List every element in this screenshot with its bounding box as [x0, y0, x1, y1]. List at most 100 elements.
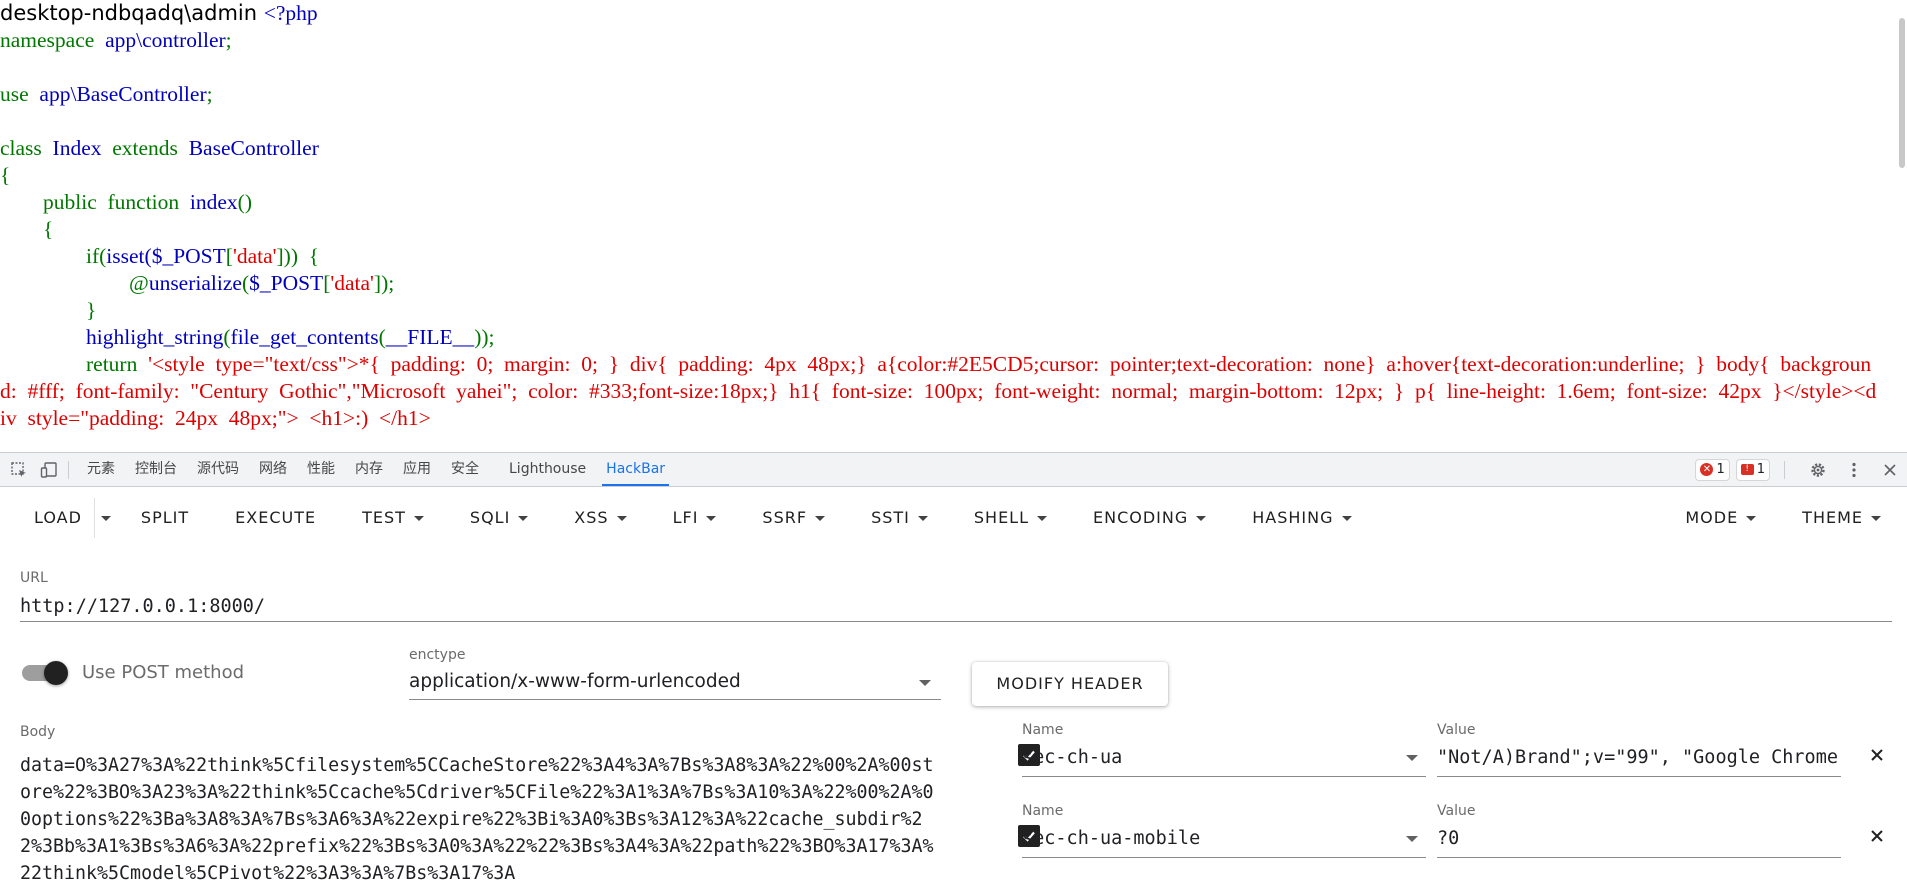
divider [1784, 460, 1785, 479]
shell-menu[interactable]: SHELL [962, 498, 1059, 538]
code-token: ( [223, 325, 231, 349]
header-value-label: Value [1437, 803, 1476, 819]
hashing-menu-label: HASHING [1252, 508, 1334, 527]
chevron-down-icon [1037, 516, 1047, 521]
tab-elements[interactable]: 元素 [77, 453, 125, 486]
code-token: return [0, 352, 149, 376]
sqli-menu[interactable]: SQLI [458, 498, 540, 538]
error-count-badge[interactable]: ✕ 1 [1695, 458, 1730, 481]
header-name-select[interactable]: sec-ch-ua [1022, 740, 1426, 777]
code-token: () [237, 190, 252, 214]
error-count: 1 [1716, 462, 1725, 477]
load-button[interactable]: LOAD [22, 498, 94, 538]
more-options-icon[interactable] [1843, 459, 1865, 481]
tab-network[interactable]: 网络 [249, 453, 297, 486]
body-textarea[interactable]: data=O%3A27%3A%22think%5Cfilesystem%5CCa… [20, 752, 938, 887]
chevron-down-icon [706, 516, 717, 521]
chevron-down-icon [518, 516, 529, 521]
code-token: app\BaseController [39, 82, 207, 106]
shell-menu-label: SHELL [973, 508, 1029, 527]
header-value-text: ?0 [1437, 828, 1460, 849]
header-name-label: Name [1022, 803, 1064, 819]
header-row: Name sec-ch-ua Value "Not/A)Brand";v="99… [1018, 722, 1898, 778]
sqli-menu-label: SQLI [469, 508, 511, 527]
lfi-menu[interactable]: LFI [661, 498, 729, 538]
php-source-code: desktop-ndbqadq\admin <?php namespace ap… [0, 0, 1880, 432]
code-token: isset [106, 244, 145, 268]
modify-header-button[interactable]: MODIFY HEADER [972, 662, 1168, 706]
error-icon: ✕ [1700, 463, 1714, 476]
ssti-menu[interactable]: SSTI [859, 498, 940, 538]
chevron-down-icon [616, 516, 627, 521]
code-token: 'data' [232, 244, 277, 268]
chevron-down-icon [1196, 516, 1207, 521]
tab-lighthouse[interactable]: Lighthouse [499, 453, 596, 486]
post-method-label: Use POST method [82, 662, 245, 683]
page-scrollbar[interactable] [1897, 0, 1907, 452]
page-scrollbar-thumb[interactable] [1899, 18, 1905, 168]
close-devtools-icon[interactable] [1879, 459, 1901, 481]
ssrf-menu[interactable]: SSRF [750, 498, 837, 538]
header-name-select[interactable]: sec-ch-ua-mobile [1022, 821, 1426, 858]
chevron-down-icon [917, 516, 928, 521]
code-token: $_POST [151, 244, 226, 268]
url-input[interactable] [20, 591, 1892, 622]
load-dropdown-button[interactable] [93, 498, 117, 538]
code-token: index [189, 190, 238, 214]
hashing-menu[interactable]: HASHING [1240, 498, 1363, 538]
settings-gear-icon[interactable] [1807, 459, 1829, 481]
tab-console[interactable]: 控制台 [125, 453, 187, 486]
device-toolbar-icon[interactable] [38, 459, 60, 481]
theme-menu[interactable]: THEME [1790, 498, 1893, 538]
tab-sources[interactable]: 源代码 [187, 453, 249, 486]
devtools-right-controls: ✕ 1 ! 1 [1695, 458, 1907, 481]
encoding-menu[interactable]: ENCODING [1081, 498, 1218, 538]
mode-menu-label: MODE [1685, 508, 1739, 527]
execute-button[interactable]: EXECUTE [223, 498, 328, 538]
xss-menu[interactable]: XSS [562, 498, 638, 538]
test-menu-label: TEST [362, 508, 406, 527]
mode-menu[interactable]: MODE [1673, 498, 1768, 538]
ssti-menu-label: SSTI [871, 508, 910, 527]
tab-memory[interactable]: 内存 [345, 453, 393, 486]
code-token: )); [474, 325, 495, 349]
issue-icon: ! [1740, 464, 1754, 475]
enctype-select[interactable]: application/x-www-form-urlencoded [409, 665, 941, 700]
post-method-toggle[interactable] [22, 661, 68, 685]
tab-hackbar[interactable]: HackBar [596, 453, 675, 486]
split-button[interactable]: SPLIT [129, 498, 201, 538]
enctype-value: application/x-www-form-urlencoded [409, 671, 741, 692]
xss-menu-label: XSS [574, 508, 609, 527]
tab-security[interactable]: 安全 [441, 453, 489, 486]
source-prefix-text: desktop-ndbqadq\admin [0, 1, 264, 25]
tab-application[interactable]: 应用 [393, 453, 441, 486]
code-token: ( [378, 325, 386, 349]
lfi-menu-label: LFI [672, 508, 699, 527]
php-open-tag: <?php [263, 1, 318, 25]
code-token: @ [0, 271, 149, 295]
chevron-down-icon [919, 680, 931, 686]
tab-performance[interactable]: 性能 [297, 453, 345, 486]
code-token: ]); [373, 271, 395, 295]
header-value-input[interactable]: ?0 [1437, 821, 1841, 858]
code-token: app\controller [105, 28, 226, 52]
code-token: ; [206, 82, 213, 106]
code-token: if( [0, 244, 107, 268]
code-token: Index [52, 136, 113, 160]
header-row: Name sec-ch-ua-mobile Value ?0 [1018, 803, 1898, 859]
remove-header-button[interactable] [1864, 823, 1890, 849]
close-icon [1871, 749, 1883, 761]
code-token: BaseController [188, 136, 319, 160]
test-menu[interactable]: TEST [350, 498, 436, 538]
page-source-view: desktop-ndbqadq\admin <?php namespace ap… [0, 0, 1907, 452]
inspect-element-icon[interactable] [8, 459, 30, 481]
remove-header-button[interactable] [1864, 742, 1890, 768]
encoding-menu-label: ENCODING [1093, 508, 1189, 527]
header-name-label: Name [1022, 722, 1064, 738]
chevron-down-icon [1341, 516, 1352, 521]
issue-count-badge[interactable]: ! 1 [1735, 458, 1770, 481]
code-token: [ [225, 244, 233, 268]
ssrf-menu-label: SSRF [762, 508, 808, 527]
header-value-input[interactable]: "Not/A)Brand";v="99", "Google Chrome";v=… [1437, 740, 1841, 777]
theme-menu-label: THEME [1802, 508, 1863, 527]
